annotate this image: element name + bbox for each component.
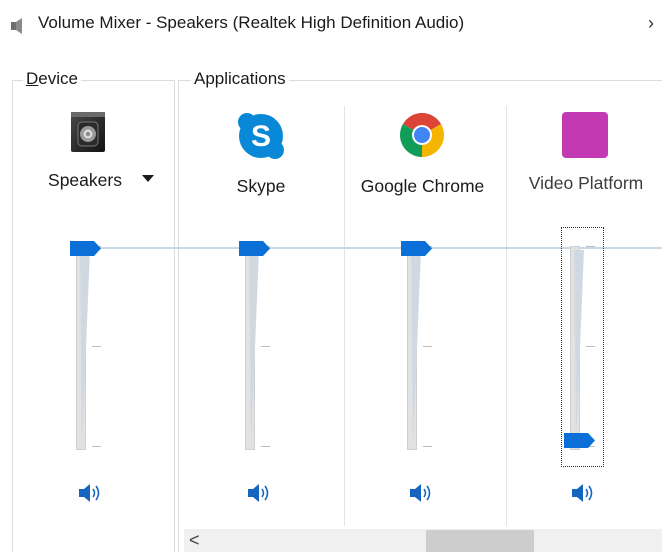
video-platform-icon xyxy=(562,112,608,158)
dropdown-arrow-icon[interactable] xyxy=(142,175,154,182)
slider-thumb[interactable] xyxy=(239,241,270,256)
slider-tick xyxy=(423,446,432,447)
column-divider xyxy=(344,106,345,526)
slider-tick xyxy=(261,346,270,347)
mute-speaker-icon[interactable] xyxy=(247,482,273,504)
app-label-chrome: Google Chrome xyxy=(360,176,485,196)
speaker-icon xyxy=(11,18,22,34)
slider-tick xyxy=(92,446,101,447)
applications-legend: Applications xyxy=(191,69,289,89)
app-label-skype: Skype xyxy=(236,176,286,196)
slider-tick xyxy=(423,346,432,347)
volume-meter xyxy=(411,250,421,446)
mute-speaker-icon[interactable] xyxy=(571,482,597,504)
device-legend-accesskey: D xyxy=(26,69,39,88)
video-platform-volume-slider[interactable] xyxy=(564,246,604,452)
slider-thumb[interactable] xyxy=(401,241,432,256)
slider-tick xyxy=(92,346,101,347)
slider-tick xyxy=(261,446,270,447)
chrome-icon xyxy=(400,113,444,157)
chrome-volume-slider[interactable] xyxy=(401,241,441,452)
mute-speaker-icon[interactable] xyxy=(78,482,104,504)
horizontal-scrollbar[interactable]: < xyxy=(184,529,662,552)
column-divider xyxy=(506,106,507,526)
svg-text:S: S xyxy=(251,120,271,153)
volume-meter xyxy=(80,250,90,446)
device-legend-rest: evice xyxy=(38,69,78,88)
volume-meter xyxy=(574,250,584,446)
speaker-device-icon[interactable] xyxy=(69,110,109,155)
scrollbar-thumb[interactable] xyxy=(426,530,534,552)
chevron-right-icon[interactable]: › xyxy=(648,13,654,34)
title-bar: Volume Mixer - Speakers (Realtek High De… xyxy=(0,0,662,52)
slider-thumb[interactable] xyxy=(70,241,101,256)
slider-tick xyxy=(586,346,595,347)
scroll-left-icon[interactable]: < xyxy=(189,530,200,551)
device-legend: Device xyxy=(23,69,81,89)
window-title: Volume Mixer - Speakers (Realtek High De… xyxy=(38,13,465,32)
device-name[interactable]: Speakers xyxy=(40,170,130,191)
device-volume-slider[interactable] xyxy=(70,241,110,452)
volume-meter xyxy=(249,250,259,446)
app-label-video-platform: Video Platform xyxy=(528,173,644,193)
slider-thumb[interactable] xyxy=(564,433,595,448)
skype-icon: S xyxy=(238,113,284,159)
skype-volume-slider[interactable] xyxy=(239,241,279,452)
mute-speaker-icon[interactable] xyxy=(409,482,435,504)
slider-tick xyxy=(586,246,595,247)
